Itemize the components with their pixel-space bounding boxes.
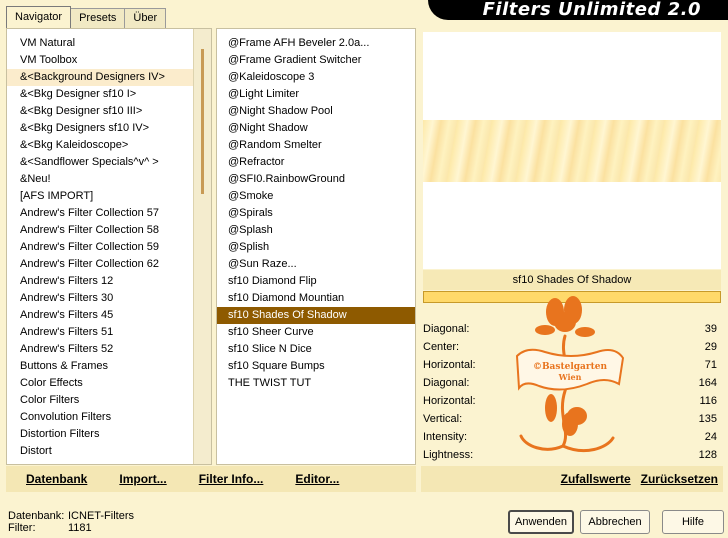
parameter-label: Intensity: — [423, 431, 468, 443]
parameter-label: Diagonal: — [423, 323, 470, 335]
cancel-button[interactable]: Abbrechen — [580, 510, 650, 534]
category-item[interactable]: &<Bkg Designer sf10 III> — [7, 103, 211, 120]
filter-item[interactable]: sf10 Shades Of Shadow — [217, 307, 415, 324]
filter-item[interactable]: @SFI0.RainbowGround — [217, 171, 415, 188]
filter-item[interactable]: sf10 Diamond Mountian — [217, 290, 415, 307]
parameter-value: 39 — [704, 323, 717, 335]
category-item[interactable]: Andrew's Filters 30 — [7, 290, 211, 307]
category-item[interactable]: &<Bkg Kaleidoscope> — [7, 137, 211, 154]
filter-item[interactable]: @Frame AFH Beveler 2.0a... — [217, 35, 415, 52]
randomize-button[interactable]: Zufallswerte — [561, 472, 631, 486]
parameter-label: Lightness: — [423, 449, 474, 461]
preview-and-params-panel: sf10 Shades Of Shadow Diagonal: 39 Center:… — [421, 28, 723, 465]
right-button-bar: Zufallswerte Zurücksetzen — [421, 466, 723, 492]
reset-button[interactable]: Zurücksetzen — [641, 472, 718, 486]
filter-item[interactable]: sf10 Diamond Flip — [217, 273, 415, 290]
help-button[interactable]: Hilfe — [662, 510, 724, 534]
filter-list-panel: @Frame AFH Beveler 2.0a... @Frame Gradien… — [216, 28, 416, 465]
parameter-value: 24 — [704, 431, 717, 443]
category-scrollbar[interactable] — [193, 29, 211, 464]
filter-item[interactable]: @Kaleidoscope 3 — [217, 69, 415, 86]
watermark-line-2: Wien — [558, 372, 582, 382]
category-item[interactable]: Color Effects — [7, 375, 211, 392]
category-item[interactable]: Andrew's Filters 52 — [7, 341, 211, 358]
filter-item[interactable]: @Refractor — [217, 154, 415, 171]
tab-about[interactable]: Über — [124, 8, 167, 28]
filter-info-button[interactable]: Filter Info... — [199, 472, 264, 486]
category-item[interactable]: [AFS IMPORT] — [7, 188, 211, 205]
filter-item[interactable]: @Splish — [217, 239, 415, 256]
filter-item[interactable]: @Night Shadow — [217, 120, 415, 137]
filter-item[interactable]: @Frame Gradient Switcher — [217, 52, 415, 69]
category-item[interactable]: &<Background Designers IV> — [7, 69, 211, 86]
filter-item[interactable]: @Smoke — [217, 188, 415, 205]
tab-bar: Navigator Presets Über — [6, 6, 167, 28]
selected-filter-title: sf10 Shades Of Shadow — [423, 270, 721, 290]
preview-pattern — [423, 120, 721, 182]
category-item[interactable]: Andrew's Filters 12 — [7, 273, 211, 290]
filter-item[interactable]: @Sun Raze... — [217, 256, 415, 273]
category-item[interactable]: Andrew's Filters 45 — [7, 307, 211, 324]
filter-item[interactable]: @Spirals — [217, 205, 415, 222]
status-info: Datenbank: ICNET-Filters Filter: 1181 — [8, 510, 134, 534]
category-item[interactable]: &<Sandflower Specials^v^ > — [7, 154, 211, 171]
apply-button[interactable]: Anwenden — [508, 510, 574, 534]
database-label: Datenbank: — [8, 510, 65, 522]
filter-item[interactable]: @Light Limiter — [217, 86, 415, 103]
watermark-line-1: ©Bastelgarten — [533, 362, 608, 372]
parameter-label: Diagonal: — [423, 377, 470, 389]
category-item[interactable]: Andrew's Filter Collection 59 — [7, 239, 211, 256]
category-item[interactable]: Buttons & Frames — [7, 358, 211, 375]
database-value: ICNET-Filters — [68, 510, 134, 522]
category-item[interactable]: Convolution Filters — [7, 409, 211, 426]
parameter-value: 128 — [698, 449, 717, 461]
category-list[interactable]: VM Natural VM Toolbox &<Background Designe… — [7, 29, 211, 460]
tab-navigator[interactable]: Navigator — [6, 6, 72, 28]
category-item[interactable]: &<Bkg Designers sf10 IV> — [7, 120, 211, 137]
watermark-logo: ©Bastelgarten Wien — [515, 296, 625, 452]
category-item[interactable]: Distortion Filters — [7, 426, 211, 443]
filter-item[interactable]: sf10 Slice N Dice — [217, 341, 415, 358]
category-item[interactable]: Andrew's Filter Collection 62 — [7, 256, 211, 273]
title-banner: Filters Unlimited 2.0 — [428, 0, 728, 20]
parameter-value: 116 — [699, 395, 717, 407]
parameter-value: 71 — [704, 359, 717, 371]
filter-item[interactable]: @Night Shadow Pool — [217, 103, 415, 120]
app-title: Filters Unlimited 2.0 — [482, 0, 701, 20]
parameter-label: Horizontal: — [423, 359, 476, 371]
parameter-label: Center: — [423, 341, 460, 353]
category-item[interactable]: VM Natural — [7, 35, 211, 52]
database-button[interactable]: Datenbank — [26, 472, 87, 486]
category-item[interactable]: &Neu! — [7, 171, 211, 188]
category-item[interactable]: Distort — [7, 443, 211, 460]
filter-count-label: Filter: — [8, 522, 36, 534]
parameter-value: 135 — [698, 413, 717, 425]
category-item[interactable]: Andrew's Filter Collection 57 — [7, 205, 211, 222]
filter-item[interactable]: sf10 Square Bumps — [217, 358, 415, 375]
category-item[interactable]: Andrew's Filter Collection 58 — [7, 222, 211, 239]
tab-presets[interactable]: Presets — [70, 8, 126, 28]
editor-button[interactable]: Editor... — [295, 472, 339, 486]
category-list-panel: VM Natural VM Toolbox &<Background Designe… — [6, 28, 212, 465]
left-button-bar: Datenbank Import... Filter Info... Edito… — [6, 466, 416, 492]
category-item[interactable]: VM Toolbox — [7, 52, 211, 69]
category-scroll-thumb[interactable] — [201, 49, 204, 194]
filter-count-value: 1181 — [68, 522, 92, 534]
parameter-label: Vertical: — [423, 413, 463, 425]
category-item[interactable]: Andrew's Filters 51 — [7, 324, 211, 341]
category-item[interactable]: &<Bkg Designer sf10 I> — [7, 86, 211, 103]
parameter-value: 164 — [698, 377, 717, 389]
filter-item[interactable]: @Random Smelter — [217, 137, 415, 154]
preview-image — [423, 32, 721, 269]
category-item[interactable]: Color Filters — [7, 392, 211, 409]
parameter-label: Horizontal: — [423, 395, 476, 407]
parameter-value: 29 — [704, 341, 717, 353]
filter-item[interactable]: sf10 Sheer Curve — [217, 324, 415, 341]
filter-list[interactable]: @Frame AFH Beveler 2.0a... @Frame Gradien… — [217, 29, 415, 392]
filter-item[interactable]: @Splash — [217, 222, 415, 239]
filter-item[interactable]: THE TWIST TUT — [217, 375, 415, 392]
import-button[interactable]: Import... — [119, 472, 166, 486]
